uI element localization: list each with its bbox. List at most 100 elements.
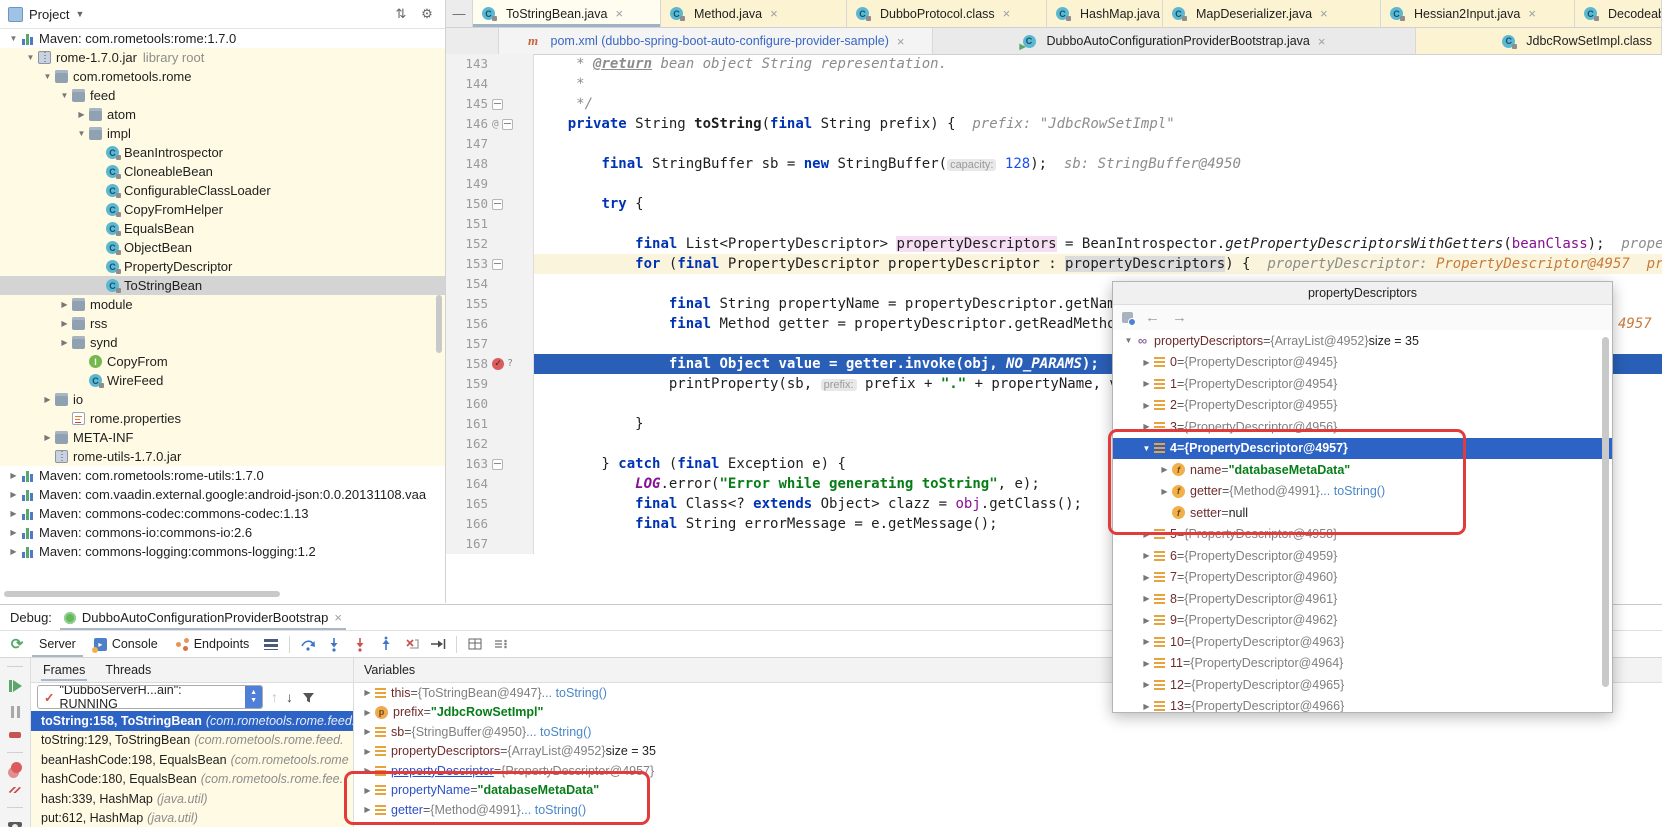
popup-row[interactable]: ▶5 = {PropertyDescriptor@4958}: [1113, 524, 1612, 546]
thread-stepper[interactable]: ▲▼: [245, 686, 262, 708]
variable-row[interactable]: ▶propertyName = "databaseMetaData": [354, 781, 1662, 801]
popup-row[interactable]: ▶0 = {PropertyDescriptor@4945}: [1113, 352, 1612, 374]
expander-icon[interactable]: ▶: [1139, 659, 1154, 668]
variable-row[interactable]: ▶getter = {Method@4991} ... toString(): [354, 800, 1662, 820]
expander-icon[interactable]: ▼: [1121, 336, 1136, 345]
popup-row[interactable]: ▶6 = {PropertyDescriptor@4959}: [1113, 545, 1612, 567]
gutter[interactable]: 154: [446, 274, 534, 294]
expander-icon[interactable]: ▶: [1139, 594, 1154, 603]
thread-selector[interactable]: ✓ "DubboServerH...ain": RUNNING ▲▼: [37, 685, 263, 709]
tree-item[interactable]: CCopyFromHelper: [0, 200, 445, 219]
frame-row[interactable]: put:612, HashMap (java.util): [31, 809, 353, 827]
close-icon[interactable]: ×: [770, 6, 778, 21]
drop-frame-icon[interactable]: [401, 633, 423, 655]
expander-icon[interactable]: ▶: [1139, 702, 1154, 711]
fold-icon[interactable]: [492, 199, 503, 210]
tree-item[interactable]: CWireFeed: [0, 371, 445, 390]
popup-row[interactable]: ▼4 = {PropertyDescriptor@4957}: [1113, 438, 1612, 460]
gutter[interactable]: 145: [446, 94, 534, 114]
tree-item[interactable]: CObjectBean: [0, 238, 445, 257]
popup-row[interactable]: ▶13 = {PropertyDescriptor@4966}: [1113, 696, 1612, 714]
expander-icon[interactable]: ▶: [360, 708, 375, 717]
tree-item[interactable]: rome.properties: [0, 409, 445, 428]
expander-icon[interactable]: ▶: [1139, 637, 1154, 646]
gutter[interactable]: 158✓?: [446, 354, 534, 374]
close-icon[interactable]: ×: [615, 6, 623, 21]
thread-dump-icon[interactable]: [8, 822, 22, 827]
editor-tab[interactable]: CJdbcRowSetImpl.class: [1416, 28, 1662, 54]
frame-row[interactable]: beanHashCode:198, EqualsBean (com.rometo…: [31, 750, 353, 770]
tree-item[interactable]: ▼Maven: com.rometools:rome:1.7.0: [0, 29, 445, 48]
tree-expander-icon[interactable]: ▶: [40, 395, 55, 404]
tree-expander-icon[interactable]: ▼: [57, 91, 72, 100]
gutter[interactable]: 163: [446, 454, 534, 474]
popup-row[interactable]: ▶9 = {PropertyDescriptor@4962}: [1113, 610, 1612, 632]
gutter[interactable]: 144: [446, 74, 534, 94]
expander-icon[interactable]: ▶: [1139, 680, 1154, 689]
debug-session-tab[interactable]: DubboAutoConfigurationProviderBootstrap …: [60, 605, 346, 630]
tree-expander-icon[interactable]: ▶: [6, 528, 21, 537]
tree-item[interactable]: CPropertyDescriptor: [0, 257, 445, 276]
fold-icon[interactable]: [502, 119, 513, 130]
gear-icon[interactable]: ⚙: [417, 6, 437, 22]
tree-expander-icon[interactable]: ▼: [40, 72, 55, 81]
tab-endpoints[interactable]: Endpoints: [169, 631, 257, 657]
frame-row[interactable]: toString:129, ToStringBean (com.rometool…: [31, 731, 353, 751]
tree-item[interactable]: ▶atom: [0, 105, 445, 124]
tree-item[interactable]: ▶io: [0, 390, 445, 409]
gutter[interactable]: 157: [446, 334, 534, 354]
gutter[interactable]: 167: [446, 534, 534, 554]
expander-icon[interactable]: ▶: [360, 747, 375, 756]
gutter[interactable]: 156: [446, 314, 534, 334]
popup-row[interactable]: ▶fname = "databaseMetaData": [1113, 459, 1612, 481]
pause-icon[interactable]: [11, 706, 20, 718]
tree-item[interactable]: ▶Maven: commons-codec:commons-codec:1.13: [0, 504, 445, 523]
tree-item[interactable]: ▶Maven: commons-io:commons-io:2.6: [0, 523, 445, 542]
step-out-icon[interactable]: [375, 633, 397, 655]
popup-row[interactable]: ▶7 = {PropertyDescriptor@4960}: [1113, 567, 1612, 589]
close-icon[interactable]: ×: [1528, 6, 1536, 21]
fold-icon[interactable]: [492, 459, 503, 470]
gutter[interactable]: 153: [446, 254, 534, 274]
gutter[interactable]: 164: [446, 474, 534, 494]
fold-icon[interactable]: [492, 259, 503, 270]
expander-icon[interactable]: ▶: [1157, 465, 1172, 474]
tree-item[interactable]: ▼feed: [0, 86, 445, 105]
expander-icon[interactable]: ▶: [1157, 487, 1172, 496]
popup-row[interactable]: ▶12 = {PropertyDescriptor@4965}: [1113, 674, 1612, 696]
tree-expander-icon[interactable]: ▶: [74, 110, 89, 119]
chevron-down-icon[interactable]: ▼: [75, 9, 84, 19]
frame-row[interactable]: hash:339, HashMap (java.util): [31, 789, 353, 809]
mute-breakpoints-icon[interactable]: [8, 787, 22, 794]
resume-icon[interactable]: [9, 680, 22, 692]
expander-icon[interactable]: ▶: [360, 766, 375, 775]
tree-expander-icon[interactable]: ▶: [6, 547, 21, 556]
tree-item[interactable]: CCloneableBean: [0, 162, 445, 181]
fold-icon[interactable]: [492, 99, 503, 110]
tree-item[interactable]: ▶rss: [0, 314, 445, 333]
gutter[interactable]: 152: [446, 234, 534, 254]
frame-up-icon[interactable]: ↑: [271, 689, 278, 705]
tab-console[interactable]: ▸Console: [87, 631, 165, 657]
popup-scrollbar[interactable]: [1602, 337, 1609, 687]
tree-item[interactable]: ▼impl: [0, 124, 445, 143]
tab-server[interactable]: Server: [32, 631, 83, 657]
expander-icon[interactable]: ▶: [1139, 358, 1154, 367]
expander-icon[interactable]: ▶: [360, 688, 375, 697]
expander-icon[interactable]: ▶: [360, 805, 375, 814]
tree-expander-icon[interactable]: ▼: [6, 34, 21, 43]
tree-item[interactable]: CConfigurableClassLoader: [0, 181, 445, 200]
gutter[interactable]: 166: [446, 514, 534, 534]
editor-tab[interactable]: CDubboProtocol.class×: [847, 0, 1047, 27]
popup-row[interactable]: ▶11 = {PropertyDescriptor@4964}: [1113, 653, 1612, 675]
expander-icon[interactable]: ▶: [1139, 401, 1154, 410]
expander-icon[interactable]: ▶: [360, 786, 375, 795]
close-icon[interactable]: ×: [897, 34, 905, 49]
popup-row[interactable]: fsetter = null: [1113, 502, 1612, 524]
frame-down-icon[interactable]: ↓: [286, 689, 293, 705]
evaluate-expression-icon[interactable]: [464, 633, 486, 655]
variable-row[interactable]: ▶propertyDescriptor = {PropertyDescripto…: [354, 761, 1662, 781]
breakpoint-icon[interactable]: ✓: [492, 358, 504, 370]
gutter[interactable]: 162: [446, 434, 534, 454]
gutter[interactable]: 155: [446, 294, 534, 314]
